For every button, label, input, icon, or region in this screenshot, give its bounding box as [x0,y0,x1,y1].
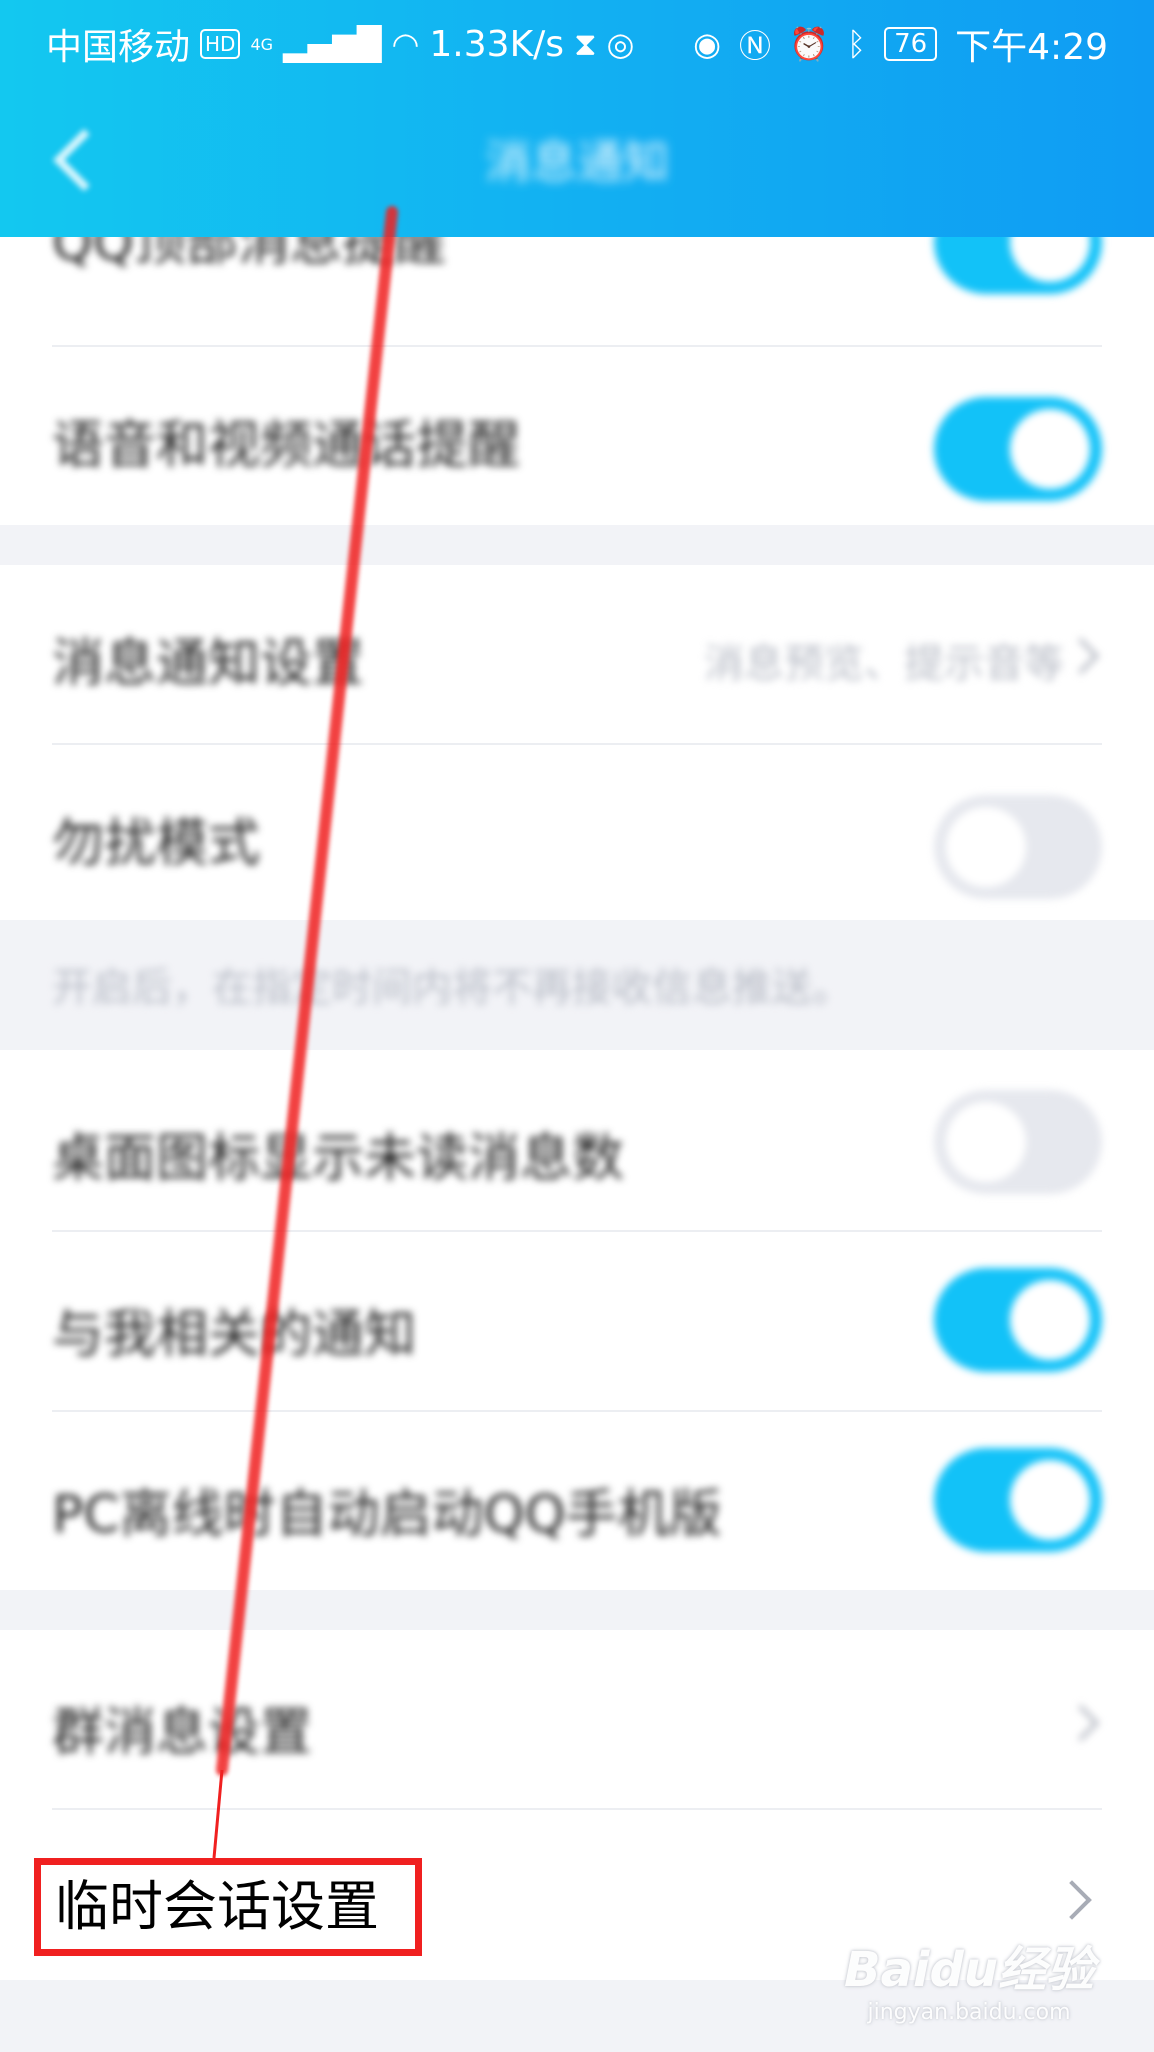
eye-icon: ◉ [693,25,721,63]
settings-group-notify: 消息通知设置 消息预览、提示音等 勿扰模式 [0,565,1154,920]
row-label: PC离线时自动启动QQ手机版 [52,1485,722,1545]
row-label: 群消息设置 [52,1703,313,1763]
divider [52,1808,1102,1810]
network-type: 4G [250,34,274,54]
row-call-reminder[interactable]: 语音和视频通话提醒 [0,347,1154,525]
status-left: 中国移动 HD 4G ▂▄▆█ ◠ 1.33K/s ⧗ ◎ [46,18,634,70]
row-dnd[interactable]: 勿扰模式 [0,745,1154,923]
settings-page: QQ顶部消息提醒 语音和视频通话提醒 消息通知设置 消息预览、提示音等 勿扰模式… [0,0,1154,2052]
row-label: 消息通知设置 [52,634,365,694]
call-reminder-toggle[interactable] [934,397,1102,501]
location-icon: ◎ [606,25,635,63]
row-label: 勿扰模式 [52,814,261,874]
status-bar: 中国移动 HD 4G ▂▄▆█ ◠ 1.33K/s ⧗ ◎ ◉ Ⓝ ⏰ ᛒ 76… [0,0,1154,80]
hourglass-icon: ⧗ [574,24,597,63]
settings-group-badges: 桌面图标显示未读消息数 与我相关的通知 PC离线时自动启动QQ手机版 [0,1050,1154,1590]
toggle-knob [946,807,1026,887]
dnd-toggle[interactable] [934,795,1102,899]
battery-level: 76 [884,27,938,61]
toggle-knob [946,1102,1026,1182]
pc-offline-toggle[interactable] [934,1448,1102,1552]
row-group-msg[interactable]: 群消息设置 [0,1630,1154,1808]
watermark-url: jingyan.baidu.com [867,2000,1071,2025]
net-speed: 1.33K/s [429,23,565,65]
carrier-label: 中国移动 [46,27,191,68]
row-notify-settings[interactable]: 消息通知设置 消息预览、提示音等 [0,565,1154,743]
alarm-icon: ⏰ [789,25,829,63]
wifi-icon: ◠ [391,25,420,63]
badge-toggle[interactable] [934,1090,1102,1194]
watermark-logo: Baidu经验 [844,1942,1094,1998]
signal-icon: ▂▄▆█ [283,25,382,63]
row-label: 桌面图标显示未读消息数 [52,1129,625,1189]
hd-badge: HD [200,29,241,59]
toggle-knob [1010,1280,1090,1360]
row-label: 语音和视频通话提醒 [52,416,521,476]
row-label: 与我相关的通知 [52,1305,417,1365]
toggle-knob [1010,409,1090,489]
row-pc-offline[interactable]: PC离线时自动启动QQ手机版 [0,1412,1154,1590]
status-right: ◉ Ⓝ ⏰ ᛒ 76 下午4:29 [693,18,1108,70]
app-header: 中国移动 HD 4G ▂▄▆█ ◠ 1.33K/s ⧗ ◎ ◉ Ⓝ ⏰ ᛒ 76… [0,0,1154,237]
chevron-right-icon [1062,1704,1100,1742]
clock: 下午4:29 [955,27,1108,68]
baidu-watermark: Baidu经验 jingyan.baidu.com [844,1930,1094,2025]
related-toggle[interactable] [934,1268,1102,1372]
row-badge[interactable]: 桌面图标显示未读消息数 [0,1050,1154,1228]
nav-bar: 消息通知 [0,90,1154,230]
chevron-right-icon [1062,637,1100,675]
bluetooth-icon: ᛒ [846,25,867,63]
temp-chat-settings-highlight[interactable]: 临时会话设置 [34,1858,422,1956]
notify-settings-value: 消息预览、提示音等 [704,641,1064,687]
toggle-knob [1010,1460,1090,1540]
nfc-icon: Ⓝ [739,27,772,65]
row-related[interactable]: 与我相关的通知 [0,1232,1154,1410]
page-title: 消息通知 [485,135,669,189]
dnd-hint: 开启后，在指定时间内将不再接收信息推送。 [52,965,852,1011]
